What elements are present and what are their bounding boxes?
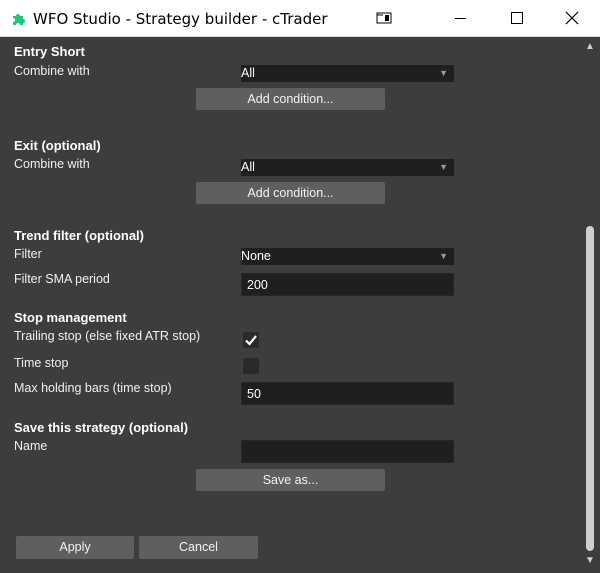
name-label: Name	[14, 439, 48, 453]
window-snap-button[interactable]	[365, 0, 411, 36]
filter-sma-period-input[interactable]: 200	[241, 273, 454, 296]
filter-value: None	[241, 249, 271, 263]
scroll-down-arrow-icon[interactable]: ▼	[585, 555, 595, 566]
checkmark-icon	[245, 335, 257, 346]
maximize-icon	[511, 12, 523, 24]
scrollbar-thumb[interactable]	[586, 226, 594, 551]
name-input[interactable]	[241, 440, 454, 463]
close-icon	[565, 11, 579, 25]
window-title: WFO Studio - Strategy builder - cTrader	[33, 10, 328, 28]
filter-select[interactable]: None ▼	[241, 248, 454, 265]
exit-heading: Exit (optional)	[14, 138, 101, 153]
entry-short-heading: Entry Short	[14, 44, 85, 59]
chevron-down-icon: ▼	[439, 251, 448, 261]
trailing-stop-label: Trailing stop (else fixed ATR stop)	[14, 329, 201, 343]
filter-sma-period-label: Filter SMA period	[14, 272, 110, 286]
entry-short-combine-value: All	[241, 66, 255, 80]
entry-short-combine-select[interactable]: All ▼	[241, 65, 454, 82]
filter-label: Filter	[14, 247, 42, 261]
apply-button[interactable]: Apply	[16, 536, 134, 559]
stop-management-heading: Stop management	[14, 310, 127, 325]
trailing-stop-checkbox[interactable]	[243, 332, 259, 348]
strategy-builder-panel	[0, 37, 600, 573]
exit-combine-select[interactable]: All ▼	[241, 159, 454, 176]
trend-filter-heading: Trend filter (optional)	[14, 228, 144, 243]
max-holding-bars-input[interactable]: 50	[241, 382, 454, 405]
exit-combine-label: Combine with	[14, 157, 90, 171]
time-stop-checkbox[interactable]	[243, 358, 259, 374]
minimize-icon	[455, 18, 466, 19]
title-bar: WFO Studio - Strategy builder - cTrader	[0, 0, 600, 37]
window-snap-icon	[376, 12, 392, 24]
exit-combine-value: All	[241, 160, 255, 174]
time-stop-label: Time stop	[14, 356, 69, 370]
save-strategy-heading: Save this strategy (optional)	[14, 420, 189, 435]
chevron-down-icon: ▼	[439, 68, 448, 78]
cancel-button[interactable]: Cancel	[139, 536, 258, 559]
entry-short-add-condition-button[interactable]: Add condition...	[196, 88, 385, 110]
save-as-button[interactable]: Save as...	[196, 469, 385, 491]
close-button[interactable]	[549, 0, 595, 36]
maximize-button[interactable]	[493, 0, 539, 36]
scroll-up-arrow-icon[interactable]: ▲	[585, 41, 595, 52]
puzzle-piece-icon	[13, 14, 25, 25]
chevron-down-icon: ▼	[439, 162, 448, 172]
entry-short-combine-label: Combine with	[14, 64, 90, 78]
max-holding-bars-label: Max holding bars (time stop)	[14, 381, 172, 395]
exit-add-condition-button[interactable]: Add condition...	[196, 182, 385, 204]
minimize-button[interactable]	[438, 0, 484, 36]
